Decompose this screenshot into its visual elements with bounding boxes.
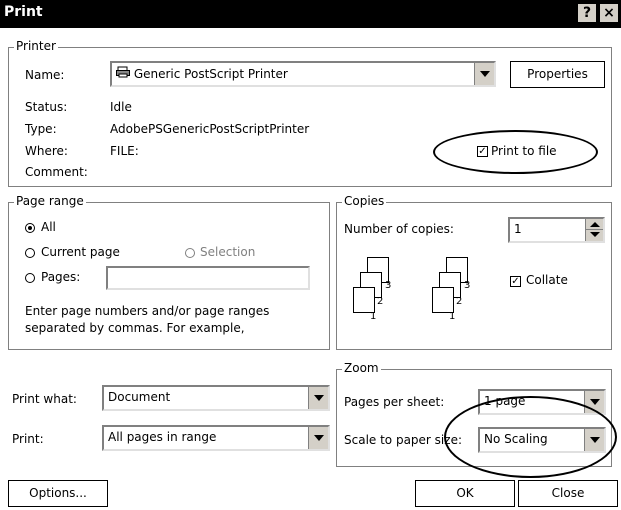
where-value: FILE:: [110, 144, 139, 158]
title-bar[interactable]: Print ? ×: [0, 0, 621, 28]
printer-name-value: Generic PostScript Printer: [133, 67, 288, 81]
page-range-help-line2: separated by commas. For example,: [25, 321, 245, 335]
print-to-file-label[interactable]: Print to file: [491, 144, 557, 158]
status-label: Status:: [25, 100, 68, 114]
page-range-help-line1: Enter page numbers and/or page ranges: [25, 304, 270, 318]
dialog-title: Print: [4, 4, 43, 20]
current-page-radio[interactable]: [25, 248, 35, 258]
scale-to-paper-size-select[interactable]: No Scaling: [478, 427, 606, 453]
chevron-down-icon[interactable]: [584, 391, 604, 413]
spin-down-icon[interactable]: [585, 230, 603, 241]
ok-button[interactable]: OK: [415, 480, 515, 507]
copies-value: 1: [514, 222, 522, 236]
printer-icon: [116, 66, 130, 81]
chevron-down-icon[interactable]: [308, 387, 328, 409]
spin-up-icon[interactable]: [585, 219, 603, 230]
stack-label-1: 1: [370, 311, 377, 322]
pages-per-sheet-value: 1 page: [484, 394, 526, 408]
print-what-label: Print what:: [12, 392, 77, 406]
type-label: Type:: [25, 122, 57, 136]
name-label: Name:: [25, 68, 65, 82]
pages-label[interactable]: Pages:: [41, 270, 80, 284]
chevron-down-icon[interactable]: [474, 63, 494, 85]
stack-label-2: 2: [456, 296, 463, 307]
chevron-down-icon[interactable]: [584, 429, 604, 451]
collate-checkbox[interactable]: ✓: [510, 276, 521, 287]
print-label: Print:: [12, 432, 44, 446]
print-what-value: Document: [108, 390, 171, 404]
printer-name-select[interactable]: Generic PostScript Printer: [110, 61, 496, 87]
help-button[interactable]: ?: [577, 3, 597, 23]
chevron-down-icon[interactable]: [308, 427, 328, 449]
copies-spinner[interactable]: 1: [508, 217, 605, 243]
print-select[interactable]: All pages in range: [102, 425, 330, 451]
stack-label-3: 3: [385, 280, 392, 291]
pages-per-sheet-label: Pages per sheet:: [344, 395, 445, 409]
all-label[interactable]: All: [41, 220, 56, 234]
all-radio[interactable]: [25, 223, 35, 233]
stack-label-1: 1: [449, 311, 456, 322]
page-stack-sheet: [353, 287, 375, 313]
collate-label[interactable]: Collate: [526, 273, 568, 287]
printer-group-label: Printer: [14, 39, 58, 53]
print-value: All pages in range: [108, 430, 217, 444]
scale-to-paper-size-value: No Scaling: [484, 432, 548, 446]
comment-label: Comment:: [25, 165, 88, 179]
options-button[interactable]: Options...: [8, 480, 108, 507]
number-of-copies-label: Number of copies:: [344, 222, 454, 236]
properties-button[interactable]: Properties: [510, 61, 605, 88]
zoom-group-label: Zoom: [342, 361, 381, 375]
status-value: Idle: [110, 100, 132, 114]
print-what-select[interactable]: Document: [102, 385, 330, 411]
scale-to-paper-size-label: Scale to paper size:: [344, 433, 462, 447]
stack-label-2: 2: [377, 296, 384, 307]
where-label: Where:: [25, 144, 68, 158]
selection-label: Selection: [200, 245, 256, 259]
close-icon[interactable]: ×: [599, 3, 619, 23]
current-page-label[interactable]: Current page: [41, 245, 120, 259]
pages-radio[interactable]: [25, 273, 35, 283]
print-to-file-checkbox[interactable]: ✓: [477, 146, 488, 157]
close-button[interactable]: Close: [518, 480, 618, 507]
page-stack-sheet: [432, 287, 454, 313]
pages-per-sheet-select[interactable]: 1 page: [478, 389, 606, 415]
type-value: AdobePSGenericPostScriptPrinter: [110, 122, 310, 136]
copies-group-label: Copies: [342, 194, 387, 208]
print-dialog: Print ? × Printer Name: Generic PostScri…: [0, 0, 621, 510]
selection-radio: [185, 248, 195, 258]
stack-label-3: 3: [464, 280, 471, 291]
page-range-group-label: Page range: [14, 194, 86, 208]
pages-input[interactable]: [106, 266, 310, 290]
